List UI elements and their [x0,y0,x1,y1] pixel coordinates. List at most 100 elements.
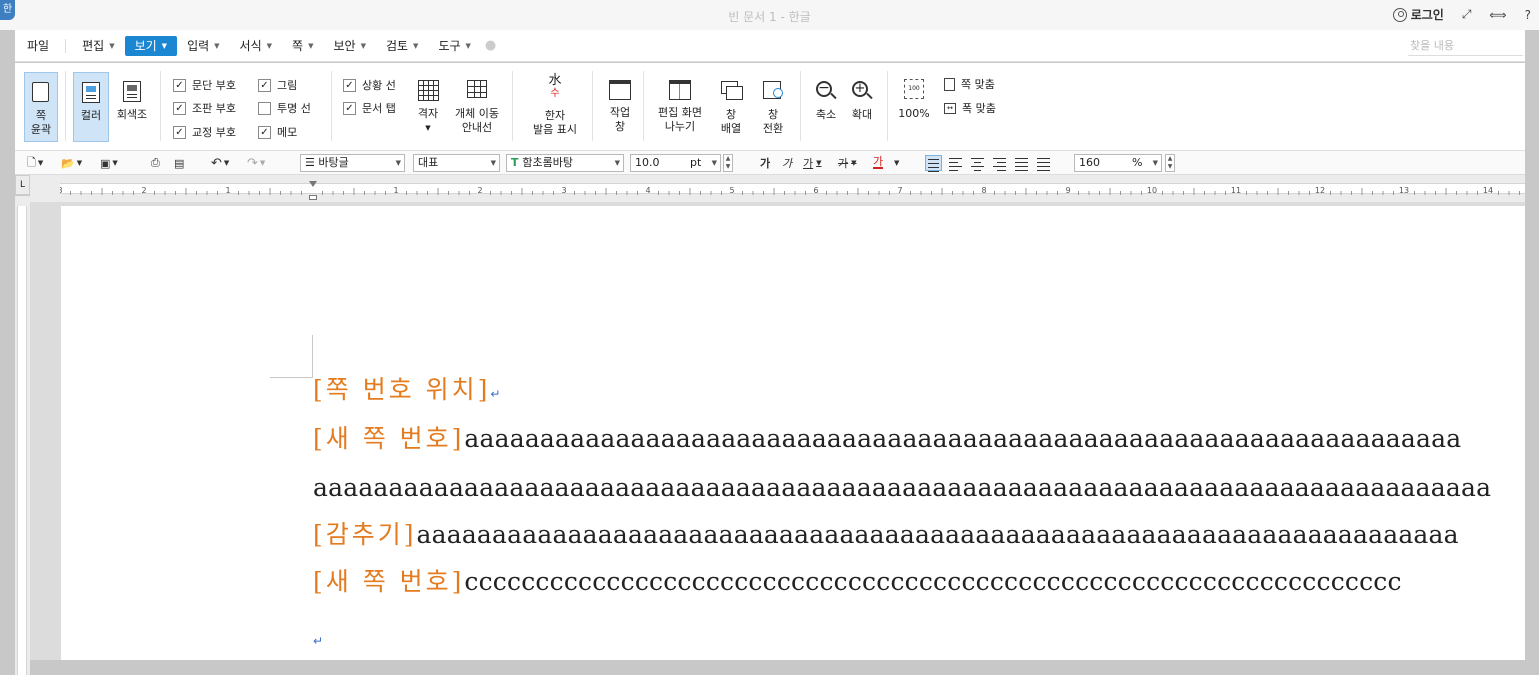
zoom-100-button[interactable]: 100 100% [895,72,933,142]
ruler-label: 5 [729,186,734,195]
doc-line[interactable]: [감추기]aaaaaaaaaaaaaaaaaaaaaaaaaaaaaaaaaaa… [313,515,1459,551]
menu-format[interactable]: 서식 ▼ [230,36,282,56]
title-bar: 한 빈 문서 1 - 한글 로그인 ⤢ ⟺ ? [0,0,1539,30]
grid-button[interactable]: 격자 ▼ [412,72,444,142]
window-arrange-button[interactable]: 창 배열 [712,72,750,142]
menu-review[interactable]: 검토 ▼ [376,36,428,56]
style-select[interactable]: ☰ 바탕글 ▼ [300,154,405,172]
doc-line[interactable]: aaaaaaaaaaaaaaaaaaaaaaaaaaaaaaaaaaaaaaaa… [313,473,1491,502]
language-select[interactable]: 대표 ▼ [413,154,500,172]
ruler-corner[interactable]: L [15,175,30,195]
login-button[interactable]: 로그인 [1392,6,1444,23]
font-color-button[interactable]: 가 [873,155,884,169]
arrange-label-1: 창 [725,108,737,121]
menu-page[interactable]: 쪽 ▼ [282,36,323,56]
hanja-pronunciation-button[interactable]: 水수 한자 발음 표시 [526,72,584,142]
fullscreen-icon[interactable]: ⤢ [1462,7,1472,22]
page-outline-button[interactable]: 쪽 윤곽 [24,72,58,142]
strikethrough-button[interactable]: 가 ▼ [838,154,857,172]
fit-width-icon: ↔ [944,102,956,114]
check-status-line[interactable]: ✓ 상황 선 [343,77,396,93]
doc-line[interactable]: [새 쪽 번호]cccccccccccccccccccccccccccccccc… [313,562,1402,598]
help-icon[interactable]: ? [1525,8,1531,22]
horizontal-ruler[interactable]: 3211234567891011121314 [30,175,1525,202]
font-value: 함초롬바탕 [522,156,573,169]
checkbox[interactable]: ✓ [343,78,356,92]
window-switch-button[interactable]: 창 전환 [754,72,792,142]
indent-marker[interactable] [309,181,317,202]
checkbox[interactable]: ✓ [173,101,186,115]
chevron-down-icon: ▼ [711,159,717,167]
align-justify-icon[interactable] [925,155,942,172]
font-select[interactable]: T 함초롬바탕 ▼ [506,154,624,172]
align-right-icon[interactable] [991,155,1008,171]
paragraph-mark-icon: ↵ [490,387,501,401]
align-center-icon[interactable] [969,155,986,171]
doc-line[interactable]: ↵ [313,622,323,651]
color-mode-button[interactable]: 컬러 [73,72,109,142]
zoom-in-button[interactable]: + 확대 [845,72,879,142]
checkbox[interactable]: ✓ [343,101,356,115]
zoom-out-icon: − [813,78,839,104]
menu-insert[interactable]: 입력 ▼ [177,36,229,56]
underline-button[interactable]: 가 ▼ [803,154,822,172]
menu-security[interactable]: 보안 ▼ [323,36,375,56]
check-paragraph-mark[interactable]: ✓ 문단 부호 [173,77,236,93]
open-folder-icon[interactable]: 📂 ▼ [61,154,82,172]
font-size-stepper[interactable]: ▲ ▼ [723,154,733,172]
vertical-ruler[interactable] [15,196,30,675]
checkbox[interactable]: ✓ [258,125,271,139]
menu-file[interactable]: 파일 [17,36,59,56]
check-document-tab[interactable]: ✓ 문서 탭 [343,100,396,116]
redo-icon[interactable]: ↷ ▼ [247,154,265,172]
fit-page-button[interactable]: 쪽 맞춤 [944,76,995,92]
menu-label: 도구 [438,38,461,53]
check-memo[interactable]: ✓ 메모 [258,124,297,140]
doc-line[interactable]: [새 쪽 번호]aaaaaaaaaaaaaaaaaaaaaaaaaaaaaaaa… [313,419,1461,455]
chevron-down-icon[interactable]: ▼ [894,154,899,172]
fit-width-button[interactable]: ↔ 폭 맞춤 [944,100,996,116]
align-distribute-icon[interactable] [1013,155,1030,171]
ribbon-toggle-icon[interactable]: ⟺ [1489,8,1506,22]
zoom-out-button[interactable]: − 축소 [809,72,843,142]
chevron-down-icon: ▼ [266,41,273,50]
menu-tools[interactable]: 도구 ▼ [428,36,480,56]
chevron-down-icon: ▼ [851,159,857,167]
checkbox[interactable] [258,101,271,115]
document-page[interactable]: [쪽 번호 위치]↵ [새 쪽 번호]aaaaaaaaaaaaaaaaaaaaa… [61,206,1525,660]
undo-icon[interactable]: ↶ ▼ [211,154,229,172]
new-document-icon[interactable]: 🗋 ▼ [27,154,43,172]
menu-edit[interactable]: 편집 ▼ [72,36,124,56]
preview-icon[interactable]: ▤ [174,154,184,172]
print-icon[interactable]: ⎙ [151,154,160,172]
doc-line[interactable]: [쪽 번호 위치]↵ [313,370,501,406]
checkbox[interactable]: ✓ [258,78,271,92]
grayscale-button[interactable]: 회색조 [113,72,151,142]
task-pane-button[interactable]: 작업 창 [602,72,638,142]
zoom-select[interactable]: 160% ▼ [1074,154,1162,172]
bold-button[interactable]: 가 [760,154,770,172]
ruler-label: 13 [1399,186,1409,195]
save-icon[interactable]: ▣ ▼ [100,154,118,172]
font-size-input[interactable]: 10.0 pt ▼ [630,154,721,172]
check-proof-mark[interactable]: ✓ 교정 부호 [173,124,236,140]
object-guide-button[interactable]: 개체 이동 안내선 [450,72,504,142]
split-view-button[interactable]: 편집 화면 나누기 [651,72,709,142]
split-view-label-2: 나누기 [664,120,696,133]
check-picture[interactable]: ✓ 그림 [258,77,297,93]
hanja-label-1: 한자 [544,109,566,122]
check-control-mark[interactable]: ✓ 조판 부호 [173,100,236,116]
menu-view[interactable]: 보기 ▼ [124,35,178,56]
align-left-icon[interactable] [947,155,964,171]
find-input[interactable]: 찾을 내용 [1408,36,1523,56]
chevron-down-icon: ▼ [109,41,115,50]
checkbox[interactable]: ✓ [173,78,186,92]
checkbox[interactable]: ✓ [173,125,186,139]
check-transparent-line[interactable]: 투명 선 [258,100,311,116]
ruler-label: 12 [1315,186,1325,195]
collab-icon[interactable]: ● [485,38,496,53]
italic-button[interactable]: 가 [782,154,792,172]
align-divide-icon[interactable] [1035,155,1052,171]
zoom-stepper[interactable]: ▲ ▼ [1165,154,1175,172]
control-code-tag: [새 쪽 번호] [313,424,465,453]
